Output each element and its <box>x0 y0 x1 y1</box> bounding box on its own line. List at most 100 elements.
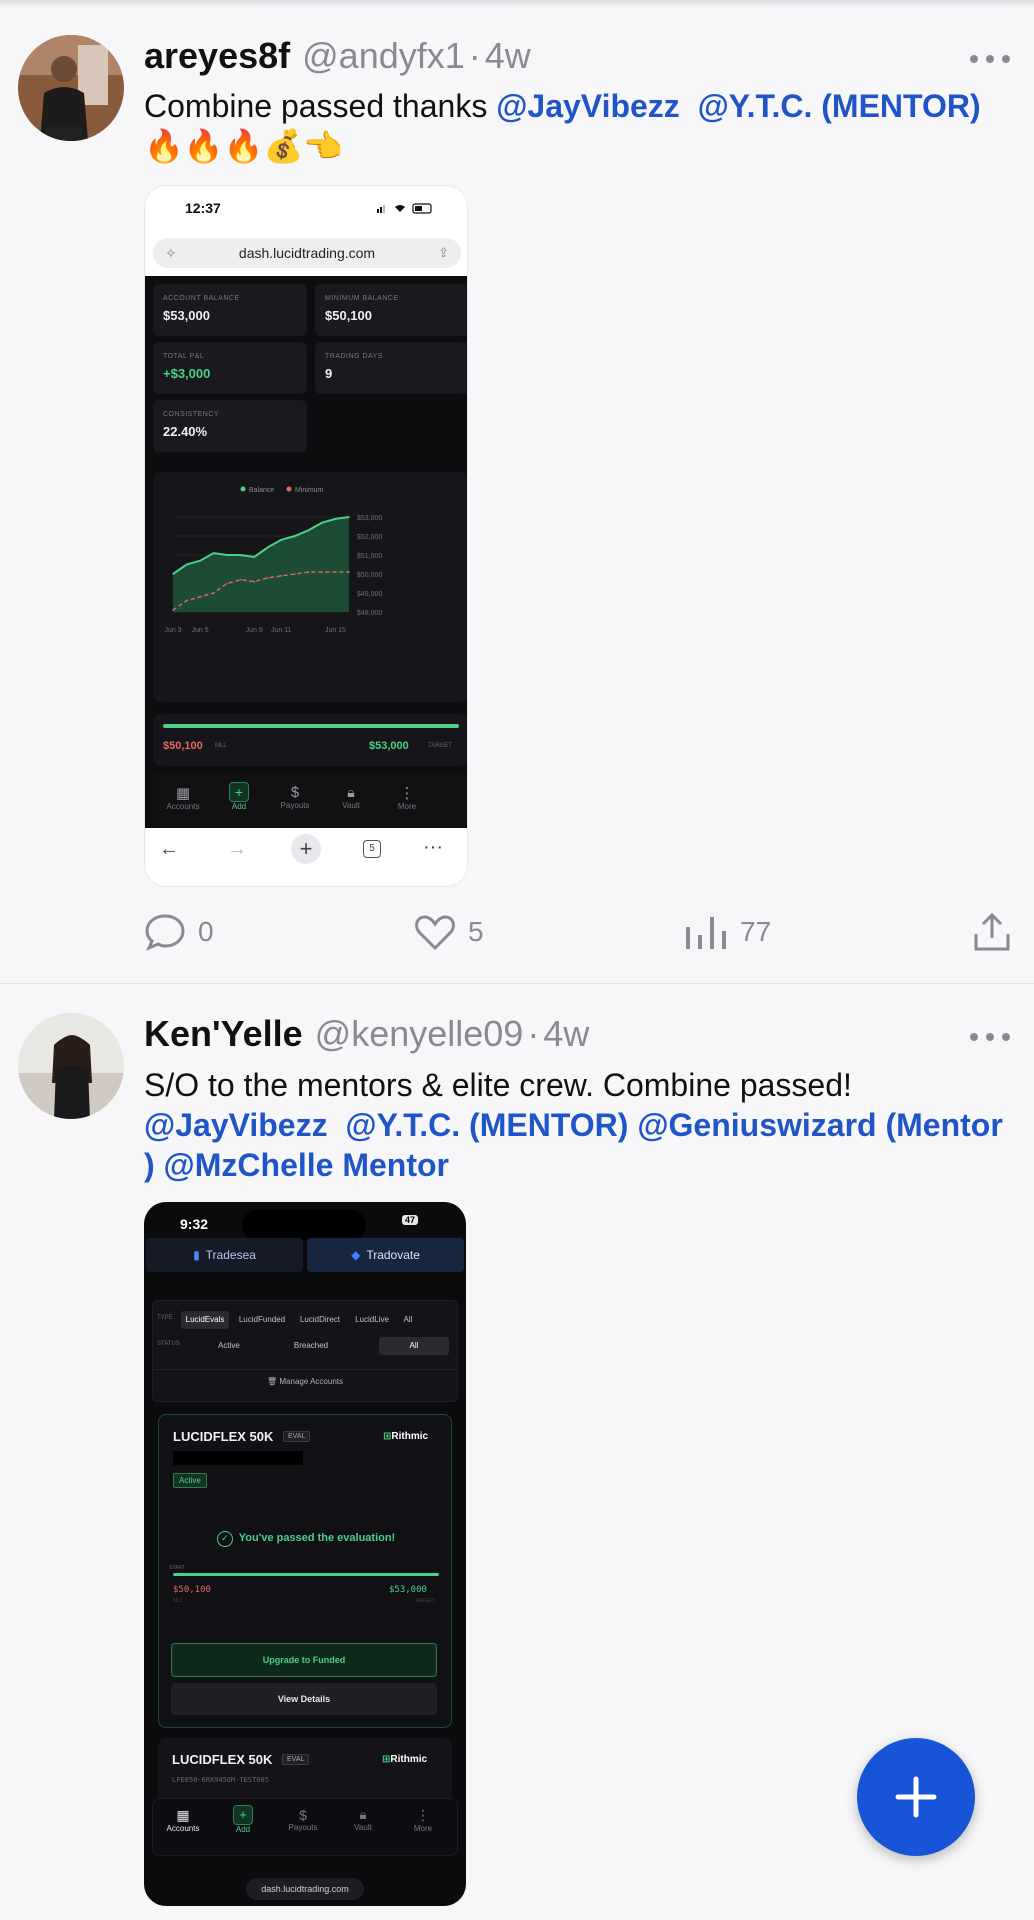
balance-point <box>239 554 242 556</box>
post-header: Ken'Yelle @kenyelle09 · 4w <box>144 1013 589 1063</box>
author-name[interactable]: areyes8f <box>144 35 290 77</box>
post-areyes8f[interactable]: areyes8f @andyfx1 · 4w Combine passed th… <box>0 0 1034 984</box>
share-button[interactable] <box>972 904 1024 960</box>
tab-tradesea[interactable]: ▮ Tradesea <box>146 1238 303 1272</box>
author-handle[interactable]: @kenyelle09 <box>315 1013 524 1055</box>
nav-label: Payouts <box>288 1823 318 1832</box>
stat-consistency: CONSISTENCY 22.40% <box>153 400 307 452</box>
separator-dot: · <box>468 35 481 76</box>
chip-all-types[interactable]: All <box>397 1311 419 1329</box>
chip-breached[interactable]: Breached <box>271 1337 351 1355</box>
chip-all-status[interactable]: All <box>379 1337 449 1355</box>
more-options-icon[interactable] <box>970 53 1010 65</box>
passed-text: You've passed the evaluation! <box>238 1532 396 1544</box>
avatar[interactable] <box>18 35 124 141</box>
legend-label: Balance <box>249 487 274 494</box>
balance-point <box>334 518 337 520</box>
mention-mzchelle[interactable]: @MzChelle Mentor <box>164 1147 449 1183</box>
share-icon[interactable]: ⇪ <box>438 238 449 268</box>
back-icon[interactable]: ← <box>159 838 179 861</box>
attached-image-2[interactable]: 9:32 47 ▮ Tradesea ◆ Tradovate TYPE LucidE… <box>144 1202 466 1906</box>
post-time: 4w <box>543 1013 590 1054</box>
plus-icon: + <box>229 782 249 802</box>
nav-accounts[interactable]: ▦ Accounts <box>153 1799 213 1857</box>
nav-label: Add <box>235 1825 251 1834</box>
eval-badge: EVAL <box>282 1754 310 1765</box>
grid-icon: ▦ <box>175 785 191 802</box>
chip-lucidevals[interactable]: LucidEvals <box>181 1311 229 1329</box>
chip-luciddirect[interactable]: LucidDirect <box>293 1311 347 1329</box>
minimum-point <box>348 571 350 573</box>
nav-add[interactable]: + Add <box>213 1799 273 1857</box>
browser-toolbar: ← → + 5 ··· <box>145 828 467 886</box>
like-button[interactable]: 5 <box>414 904 484 960</box>
nav-vault[interactable]: 🔒︎ Vault <box>333 1799 393 1857</box>
chip-lucidlive[interactable]: LucidLive <box>349 1311 395 1329</box>
url-text: dash.lucidtrading.com <box>238 245 376 261</box>
stat-trading-days: TRADING DAYS 9 <box>315 342 467 394</box>
tab-tradovate[interactable]: ◆ Tradovate <box>307 1238 464 1272</box>
stat-label: ACCOUNT BALANCE <box>163 295 240 302</box>
nav-payouts[interactable]: $ Payouts <box>265 774 325 832</box>
more-options-icon[interactable] <box>970 1031 1010 1043</box>
x-tick-label: Jun 9 <box>246 627 263 634</box>
new-tab-icon[interactable]: + <box>291 834 321 864</box>
post-actions: 0 5 77 <box>144 904 1014 960</box>
target-value: $53,000 <box>369 740 409 752</box>
chip-lucidfunded[interactable]: LucidFunded <box>233 1311 291 1329</box>
mention-ytc-mentor[interactable]: @Y.T.C. (MENTOR) <box>698 88 981 124</box>
nav-more[interactable]: ⋮ More <box>393 1799 453 1857</box>
nav-add[interactable]: + Add <box>209 774 269 832</box>
y-tick-label: $52,000 <box>357 534 382 541</box>
nav-vault[interactable]: 🔒︎ Vault <box>321 774 381 832</box>
browser-url-pill[interactable]: dash.lucidtrading.com <box>246 1878 364 1900</box>
x-tick-label: Jun 11 <box>271 627 292 634</box>
balance-point <box>348 516 350 518</box>
rithmic-label: Rithmic <box>390 1754 428 1765</box>
view-details-button[interactable]: View Details <box>171 1683 437 1715</box>
stat-value: +$3,000 <box>163 366 211 381</box>
mention-jayvibezz[interactable]: @JayVibezz <box>496 88 680 124</box>
author-name[interactable]: Ken'Yelle <box>144 1013 303 1055</box>
passed-message: ✓ You've passed the evaluation! <box>159 1531 453 1547</box>
attached-image-1[interactable]: 12:37 ✧ dash.lucidtrading.com ⇪ ACCOUNT … <box>144 185 468 887</box>
minimum-point <box>280 575 283 577</box>
manage-label: Manage Accounts <box>279 1377 343 1386</box>
manage-accounts-button[interactable]: 🗑︎ Manage Accounts <box>153 1377 457 1386</box>
balance-point <box>280 539 283 541</box>
compose-button[interactable] <box>857 1738 975 1856</box>
account-card[interactable]: LUCIDFLEX 50K EVAL ⊞Rithmic Active ✓ You'… <box>158 1414 452 1728</box>
minimum-point <box>185 599 188 602</box>
chip-active[interactable]: Active <box>189 1337 269 1355</box>
balance-point <box>321 521 323 524</box>
browser-url-bar[interactable]: ✧ dash.lucidtrading.com ⇪ <box>153 238 461 268</box>
chart-panel: $53,000 $52,000 $51,000 $50,000 $49,000 $48,0… <box>153 472 467 702</box>
balance-point <box>212 552 215 554</box>
mll-label: MLL <box>173 1598 183 1604</box>
tabs-count-icon[interactable]: 5 <box>363 840 381 858</box>
avatar[interactable] <box>18 1013 124 1119</box>
mention-jayvibezz[interactable]: @JayVibezz <box>144 1107 328 1143</box>
status-label: STATUS <box>157 1341 180 1347</box>
nav-payouts[interactable]: $ Payouts <box>273 1799 333 1857</box>
minimum-point <box>199 596 201 598</box>
menu-dots-icon[interactable]: ··· <box>423 836 443 859</box>
status-icons <box>377 203 432 214</box>
reply-button[interactable]: 0 <box>144 904 214 960</box>
comment-icon <box>145 914 185 951</box>
mention-ytc-mentor[interactable]: @Y.T.C. (MENTOR) <box>345 1107 628 1143</box>
author-handle[interactable]: @andyfx1 <box>302 35 465 77</box>
app-nav: ▦ Accounts + Add $ Payouts 🔒︎ Vault ⋮ More <box>153 774 467 828</box>
y-tick-label: $51,000 <box>357 553 382 560</box>
views-button[interactable]: 77 <box>684 904 771 960</box>
minimum-point <box>226 582 228 585</box>
balance-chart: $53,000 $52,000 $51,000 $50,000 $49,000 $48,0… <box>164 486 382 634</box>
nav-more[interactable]: ⋮ More <box>377 774 437 832</box>
active-badge: Active <box>173 1473 207 1488</box>
nav-label: Vault <box>354 1823 372 1832</box>
upgrade-button[interactable]: Upgrade to Funded <box>171 1643 437 1677</box>
vertical-dots-icon: ⋮ <box>416 1807 430 1823</box>
forward-icon[interactable]: → <box>227 838 247 861</box>
separator-dot: · <box>527 1013 540 1054</box>
nav-accounts[interactable]: ▦ Accounts <box>153 774 213 832</box>
